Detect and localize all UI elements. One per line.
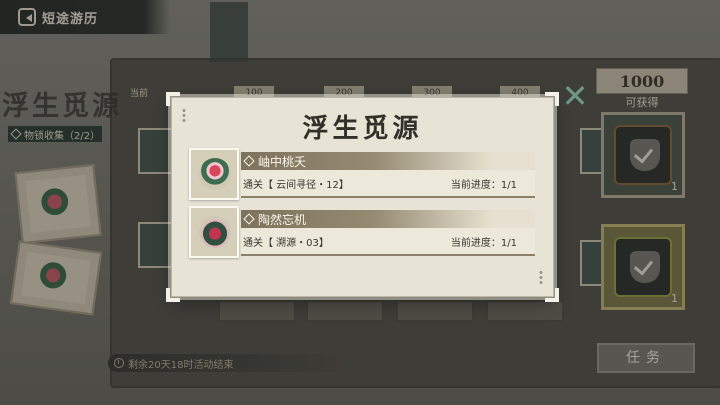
list-item[interactable]: 岫中桃夭 通关【 云间寻径・12】 当前进度：1/1 <box>189 148 535 200</box>
diamond-icon <box>243 155 255 167</box>
item-progress: 当前进度：1/1 <box>450 180 517 191</box>
item-thumbnail <box>189 206 239 258</box>
list-item[interactable]: 陶然忘机 通关【 溯源・03】 当前进度：1/1 <box>189 206 535 258</box>
item-requirement: 通关【 溯源・03】 <box>243 238 329 249</box>
item-progress: 当前进度：1/1 <box>450 238 517 249</box>
item-name: 岫中桃夭 <box>258 154 307 169</box>
diamond-icon <box>243 213 255 225</box>
decor-dots <box>539 270 543 286</box>
item-header: 岫中桃夭 <box>241 152 535 170</box>
close-icon[interactable]: ✕ <box>560 80 590 112</box>
item-header: 陶然忘机 <box>241 210 535 228</box>
collection-modal: 浮生觅源 岫中桃夭 通关【 云间寻径・12】 当前进度：1/1 陶然忘机 通关【… <box>166 92 559 302</box>
modal-title: 浮生觅源 <box>302 114 423 144</box>
item-name: 陶然忘机 <box>258 212 307 227</box>
item-requirement: 通关【 云间寻径・12】 <box>243 180 349 191</box>
item-thumbnail <box>189 148 239 200</box>
